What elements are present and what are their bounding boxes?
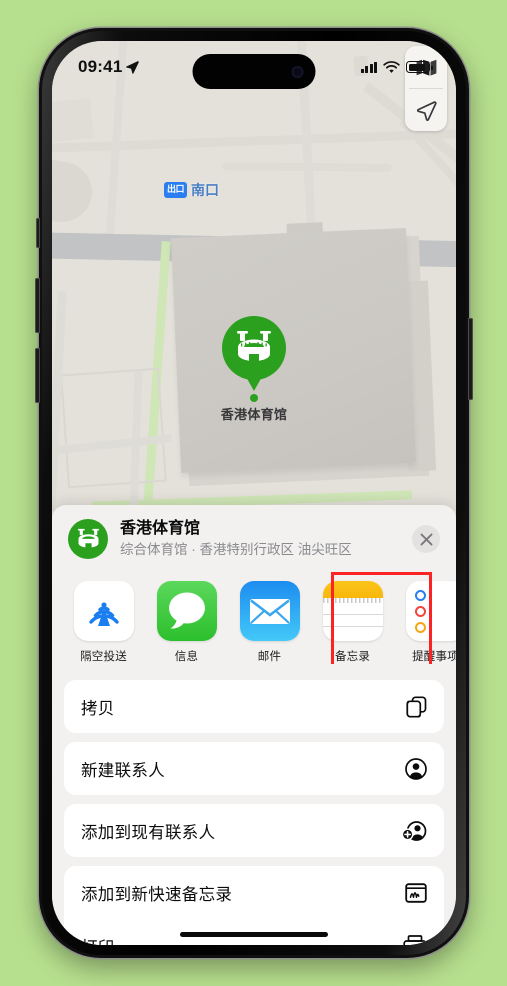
battery-icon: [406, 61, 433, 73]
map-building-outline: [60, 367, 167, 489]
reminders-icon: [405, 581, 456, 641]
share-app-label: 备忘录: [334, 651, 371, 663]
map-block: [52, 155, 97, 227]
place-title: 香港体育馆: [120, 520, 201, 538]
dynamic-island: [192, 54, 316, 89]
share-app-reminders[interactable]: 提醒事项: [402, 581, 456, 664]
mail-icon: [239, 581, 300, 641]
close-button[interactable]: [412, 525, 440, 553]
app-share-row: 隔空投送 信息 邮件 备忘录 提醒事项: [52, 569, 456, 664]
action-row-add-quick-note[interactable]: 添加到新快速备忘录: [64, 866, 444, 919]
transit-exit-label[interactable]: 出口 南口: [164, 180, 219, 200]
action-row-new-contact[interactable]: 新建联系人: [64, 742, 444, 795]
app-share-row-container: 隔空投送 信息 邮件 备忘录 提醒事项: [52, 569, 456, 664]
action-label: 添加到新快速备忘录: [81, 885, 233, 904]
stadium-icon: [237, 331, 271, 362]
place-subtitle: 综合体育馆 · 香港特别行政区 油尖旺区: [120, 542, 352, 558]
action-label: 新建联系人: [81, 761, 165, 780]
map-block: [52, 97, 94, 145]
share-app-mail[interactable]: 邮件: [236, 581, 303, 664]
power-button[interactable]: [468, 318, 473, 400]
airdrop-icon: [73, 581, 134, 641]
volume-up-button[interactable]: [35, 278, 40, 333]
location-arrow-icon: [126, 61, 140, 74]
pin-bubble: [222, 316, 286, 380]
share-sheet: 香港体育馆 综合体育馆 · 香港特别行政区 油尖旺区 隔空投送 信息 邮件 备忘…: [52, 505, 456, 945]
transit-exit-badge: 出口: [164, 182, 188, 198]
action-group-contacts: 新建联系人: [64, 742, 444, 795]
action-row-add-existing-contact[interactable]: 添加到现有联系人: [64, 804, 444, 857]
share-app-messages[interactable]: 信息: [153, 581, 220, 664]
person-circle-icon: [397, 757, 427, 780]
map-road: [221, 162, 393, 172]
action-label: 添加到现有联系人: [81, 823, 216, 842]
share-app-notes[interactable]: 备忘录: [319, 581, 386, 664]
share-app-label: 信息: [174, 651, 199, 663]
map-canvas[interactable]: 出口 南口 香港体育馆: [52, 41, 456, 511]
locate-me-button[interactable]: [405, 89, 447, 131]
share-app-label: 邮件: [257, 651, 282, 663]
share-actions-list: 拷贝 新建联系人 添加到现有联系人 添加到新快速备忘录: [52, 664, 456, 945]
share-app-label: 隔空投送: [80, 651, 127, 663]
stadium-icon: [77, 528, 99, 548]
action-label: 拷贝: [81, 699, 115, 718]
home-indicator[interactable]: [180, 932, 328, 937]
volume-down-button[interactable]: [35, 348, 40, 403]
phone-screen: 出口 南口 香港体育馆 09:41 香港体育馆 综合体育馆 · 香港特别行政区 …: [52, 41, 456, 945]
place-avatar: [68, 519, 108, 559]
transit-exit-name: 南口: [191, 182, 220, 198]
messages-icon: [156, 581, 217, 641]
place-info: 香港体育馆 综合体育馆 · 香港特别行政区 油尖旺区: [120, 519, 412, 559]
printer-icon: [397, 935, 427, 945]
copy-icon: [397, 695, 427, 718]
action-row-copy[interactable]: 拷贝: [64, 680, 444, 733]
front-camera-icon: [291, 65, 304, 78]
share-app-airdrop[interactable]: 隔空投送: [70, 581, 137, 664]
wifi-icon: [383, 60, 400, 73]
pin-anchor-dot: [250, 394, 258, 402]
iphone-device: 出口 南口 香港体育馆 09:41 香港体育馆 综合体育馆 · 香港特别行政区 …: [35, 28, 473, 958]
notes-icon: [322, 581, 383, 641]
close-icon: [420, 533, 432, 545]
status-bar-indicators: [360, 60, 433, 74]
person-add-icon: [397, 820, 427, 842]
share-app-label: 提醒事项: [412, 651, 456, 663]
status-bar-time-group: 09:41: [78, 57, 140, 77]
share-sheet-header: 香港体育馆 综合体育馆 · 香港特别行政区 油尖旺区: [52, 505, 456, 569]
map-pin-coliseum[interactable]: 香港体育馆: [214, 316, 294, 423]
clock-label: 09:41: [78, 57, 123, 76]
silent-switch[interactable]: [36, 218, 40, 248]
action-group-copy: 拷贝: [64, 680, 444, 733]
navigation-arrow-icon: [416, 101, 437, 121]
cellular-bars-icon: [360, 61, 377, 73]
quick-note-icon: [397, 882, 427, 903]
action-group-existing-contact: 添加到现有联系人: [64, 804, 444, 857]
pin-label: 香港体育馆: [220, 407, 288, 422]
